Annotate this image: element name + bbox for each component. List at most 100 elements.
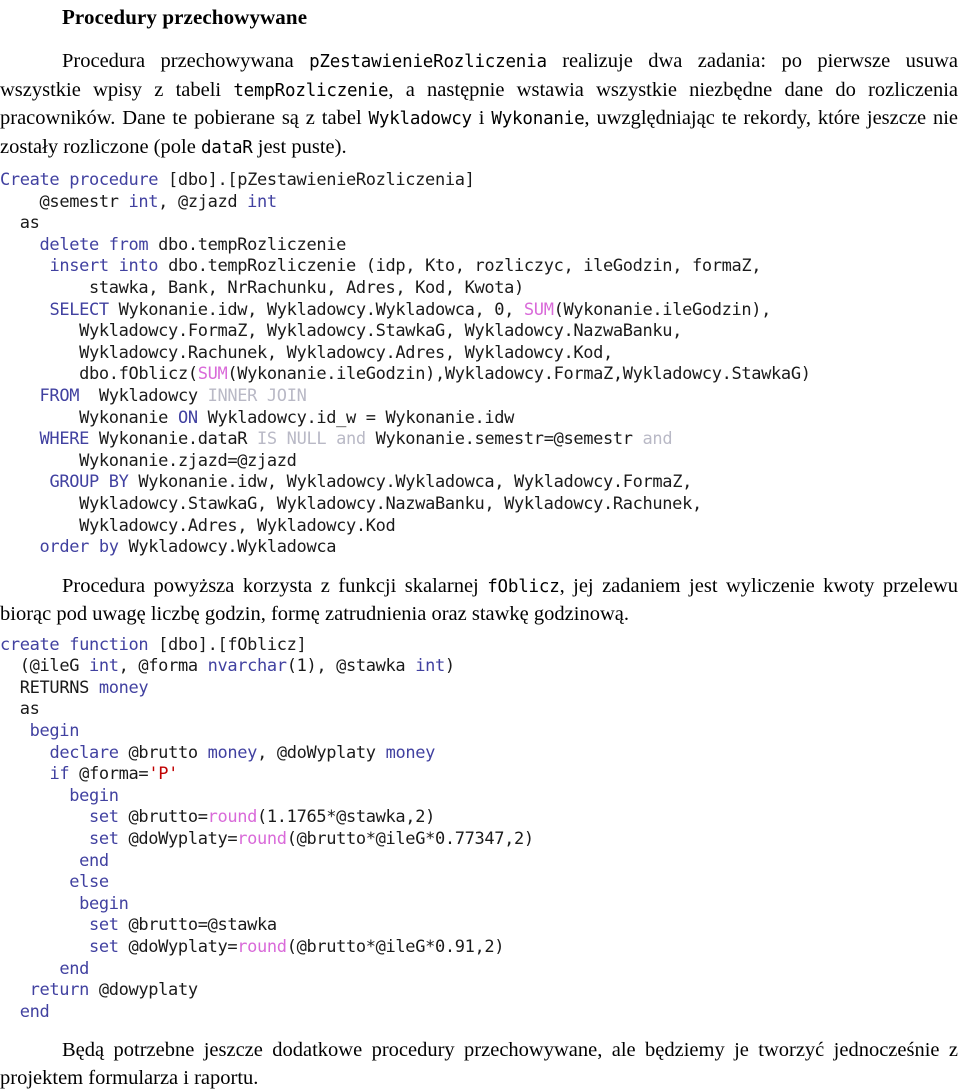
code-line: else: [0, 872, 960, 894]
code-line: return @dowyplaty: [0, 980, 960, 1002]
document-page: Procedury przechowywane Procedura przech…: [0, 0, 960, 1092]
code-token: Wykonanie: [79, 407, 178, 428]
code-token: (1.1765*@stawka,2): [257, 807, 435, 828]
code-token: as: [19, 699, 40, 720]
code-line: begin: [0, 721, 960, 743]
code-token: as: [19, 213, 40, 234]
code-line: if @forma='P': [0, 764, 960, 786]
code-token: begin: [29, 721, 80, 742]
paragraph-text: Procedura przechowywana: [62, 50, 310, 72]
code-token: end: [79, 850, 109, 871]
code-token: dbo.fOblicz(: [79, 364, 198, 385]
code-token: Wykonanie.idw, Wykladowcy.Wykladowca, Wy…: [138, 472, 692, 493]
code-token: SELECT: [49, 299, 119, 320]
code-token: Wykladowcy.Adres, Wykladowcy.Kod: [79, 515, 396, 536]
code-token: @brutto=: [118, 807, 208, 828]
code-token: Wykonanie.dataR: [98, 429, 258, 450]
code-token: (@ileG: [19, 656, 89, 677]
code-line: Wykladowcy.Adres, Wykladowcy.Kod: [0, 516, 960, 538]
code-line: set @doWyplaty=round(@brutto*@ileG*0.773…: [0, 829, 960, 851]
code-token: return: [29, 980, 99, 1001]
function-description-paragraph: Procedura powyższa korzysta z funkcji sk…: [0, 573, 960, 629]
code-token: int: [415, 656, 445, 677]
code-line: Wykladowcy.StawkaG, Wykladowcy.NazwaBank…: [0, 494, 960, 516]
code-token: GROUP BY: [49, 472, 139, 493]
code-token: (@brutto*@ileG*0.91,2): [286, 937, 505, 957]
code-token: set: [88, 807, 119, 828]
code-token: Wykladowcy.id_w = Wykonanie.idw: [197, 407, 515, 428]
code-line: WHERE Wykonanie.dataR IS NULL and Wykona…: [0, 429, 960, 451]
code-token: @doWyplaty=: [118, 829, 238, 850]
code-block-function: create function [dbo].[fOblicz] (@ileG i…: [0, 635, 960, 1024]
code-line: Wykladowcy.Rachunek, Wykladowcy.Adres, W…: [0, 343, 960, 365]
code-line: RETURNS money: [0, 678, 960, 700]
code-token: int: [88, 656, 119, 677]
code-token: ): [444, 656, 455, 677]
paragraph-text: Procedura powyższa korzysta z funkcji sk…: [62, 574, 488, 597]
code-line: begin: [0, 786, 960, 808]
inline-code-datar: dataR: [200, 137, 253, 158]
code-token: if: [49, 764, 70, 785]
code-token: Wykladowcy: [88, 385, 208, 406]
code-token: round: [237, 937, 287, 957]
code-token: , @doWyplaty: [257, 742, 386, 763]
page-title: Procedury przechowywane: [62, 5, 308, 29]
code-token: round: [207, 807, 258, 828]
code-token: ON: [177, 407, 198, 428]
code-line: Create procedure [dbo].[pZestawienieRozl…: [0, 170, 960, 192]
code-token: @forma=: [69, 764, 149, 785]
code-token: stawka, Bank, NrRachunku, Adres, Kod, Kw…: [88, 277, 524, 298]
code-line: FROM Wykladowcy INNER JOIN: [0, 386, 960, 408]
code-token: IS NULL and: [257, 429, 366, 450]
code-line: stawka, Bank, NrRachunku, Adres, Kod, Kw…: [0, 278, 960, 300]
code-line: Wykonanie ON Wykladowcy.id_w = Wykonanie…: [0, 408, 960, 430]
paragraph-text: Będą potrzebne jeszcze dodatkowe procedu…: [0, 1039, 958, 1089]
code-token: end: [19, 1001, 50, 1022]
code-line: as: [0, 213, 960, 235]
code-token: Wykladowcy.StawkaG, Wykladowcy.NazwaBank…: [79, 493, 702, 514]
code-line: Wykonanie.zjazd=@zjazd: [0, 451, 960, 473]
paragraph-text: i: [471, 107, 492, 129]
paragraph-text: jest puste).: [252, 135, 347, 158]
code-token: @brutto=@stawka: [118, 915, 278, 936]
code-line: dbo.fOblicz(SUM(Wykonanie.ileGodzin),Wyk…: [0, 364, 960, 386]
code-line: delete from dbo.tempRozliczenie: [0, 235, 960, 257]
code-line: GROUP BY Wykonanie.idw, Wykladowcy.Wykla…: [0, 472, 960, 494]
code-token: SUM: [523, 299, 554, 320]
closing-paragraph: Będą potrzebne jeszcze dodatkowe procedu…: [0, 1037, 960, 1092]
code-token: , @forma: [118, 656, 208, 677]
code-token: int: [128, 191, 159, 212]
code-line: set @brutto=@stawka: [0, 915, 960, 937]
code-token: begin: [69, 785, 119, 806]
code-token: set: [88, 915, 119, 936]
code-block-procedure: Create procedure [dbo].[pZestawienieRozl…: [0, 170, 960, 559]
code-token: money: [98, 677, 149, 698]
code-token: set: [88, 829, 119, 850]
code-line: end: [0, 959, 960, 981]
code-token: insert into: [49, 256, 169, 277]
code-line: end: [0, 1002, 960, 1024]
code-line: Wykladowcy.FormaZ, Wykladowcy.StawkaG, W…: [0, 321, 960, 343]
inline-code-foblicz: fOblicz: [487, 576, 560, 597]
code-token: dbo.tempRozliczenie (idp, Kto, rozliczyc…: [168, 256, 762, 277]
code-token: Wykonanie.semestr=@semestr: [365, 429, 643, 450]
code-token: Wykladowcy.Rachunek, Wykladowcy.Adres, W…: [79, 342, 613, 363]
inline-code-wykladowcy: Wykladowcy: [368, 109, 473, 129]
code-token: set: [88, 937, 119, 957]
code-line: @semestr int, @zjazd int: [0, 192, 960, 214]
code-token: begin: [79, 893, 129, 914]
code-token: dbo.tempRozliczenie: [158, 234, 346, 255]
code-token: (Wykonanie.ileGodzin),: [553, 299, 772, 320]
inline-code-temprozliczenie: tempRozliczenie: [233, 80, 389, 101]
code-line: set @doWyplaty=round(@brutto*@ileG*0.91,…: [0, 937, 960, 959]
code-line: as: [0, 699, 960, 721]
inline-code-wykonanie: Wykonanie: [491, 109, 585, 129]
code-line: end: [0, 851, 960, 873]
code-token: Wykonanie.idw, Wykladowcy.Wykladowca, 0,: [118, 299, 524, 320]
code-line: create function [dbo].[fOblicz]: [0, 635, 960, 657]
code-token: @doWyplaty=: [118, 937, 238, 957]
code-token: WHERE: [39, 429, 99, 450]
code-token: , @zjazd: [158, 191, 248, 212]
